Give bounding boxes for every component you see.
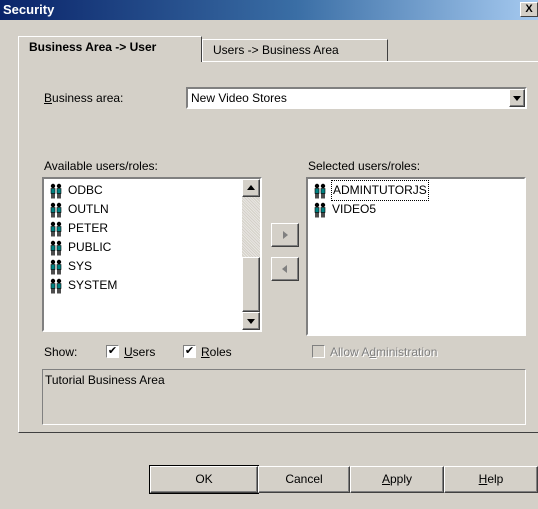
list-item-label: ADMINTUTORJS [331, 180, 429, 201]
user-group-icon [48, 221, 64, 237]
cancel-button[interactable]: Cancel [258, 466, 350, 493]
chevron-down-icon [513, 96, 521, 101]
list-item[interactable]: ADMINTUTORJS [312, 180, 429, 201]
close-icon: X [525, 3, 533, 15]
user-group-icon [312, 183, 328, 199]
allow-administration-checkbox[interactable] [312, 345, 325, 358]
apply-button[interactable]: Apply [350, 466, 444, 493]
list-item-label: SYSTEM [68, 278, 118, 292]
list-item[interactable]: SYS [48, 257, 117, 276]
roles-checkbox[interactable]: ✔ [183, 345, 196, 358]
tab-users-to-business-area[interactable]: Users -> Business Area [202, 39, 388, 61]
selected-list[interactable]: ADMINTUTORJS VIDEO5 [306, 177, 526, 336]
available-list[interactable]: ODBC OUTLN PETER PUBLIC SYS SYSTEM [42, 177, 262, 332]
user-group-icon [48, 278, 64, 294]
business-area-value: New Video Stores [191, 91, 287, 105]
available-items: ODBC OUTLN PETER PUBLIC SYS SYSTEM [48, 181, 117, 295]
list-item-label: PUBLIC [68, 240, 112, 254]
list-item[interactable]: ODBC [48, 181, 117, 200]
close-button[interactable]: X [520, 2, 538, 17]
description-text: Tutorial Business Area [45, 373, 165, 387]
remove-selected-button[interactable] [271, 257, 299, 281]
list-item[interactable]: SYSTEM [48, 276, 117, 295]
description-box: Tutorial Business Area [42, 369, 526, 425]
help-label: Help [478, 472, 504, 486]
list-item[interactable]: VIDEO5 [312, 200, 428, 219]
scroll-down-button[interactable] [242, 312, 260, 330]
check-icon: ✔ [184, 345, 195, 357]
check-icon: ✔ [107, 345, 118, 357]
scroll-up-button[interactable] [242, 179, 260, 197]
window-title: Security [3, 2, 55, 17]
selected-label: Selected users/roles: [308, 159, 421, 173]
list-item[interactable]: OUTLN [48, 200, 117, 219]
selected-items: ADMINTUTORJS VIDEO5 [312, 180, 429, 219]
tab-business-area-to-user[interactable]: Business Area -> User [18, 36, 202, 62]
tab-label: Users -> Business Area [213, 43, 339, 57]
allow-administration-label: Allow Administration [330, 345, 438, 359]
users-checkbox[interactable]: ✔ [106, 345, 119, 358]
tab-label: Business Area -> User [29, 40, 157, 54]
user-group-icon [48, 183, 64, 199]
ok-label: OK [195, 472, 213, 486]
dropdown-button[interactable] [509, 89, 525, 107]
add-selected-button[interactable] [271, 223, 299, 247]
roles-checkbox-label: Roles [201, 345, 232, 359]
help-button[interactable]: Help [444, 466, 538, 493]
arrow-left-icon [282, 265, 287, 273]
user-group-icon [48, 202, 64, 218]
title-bar [0, 0, 538, 20]
list-item[interactable]: PETER [48, 219, 117, 238]
chevron-down-icon [247, 319, 255, 324]
scroll-thumb[interactable] [242, 257, 260, 312]
arrow-right-icon [283, 231, 288, 239]
chevron-up-icon [247, 185, 255, 190]
business-area-dropdown[interactable]: New Video Stores [186, 87, 527, 109]
business-area-label: Business area: [44, 91, 124, 105]
user-group-icon [48, 259, 64, 275]
user-group-icon [48, 240, 64, 256]
users-checkbox-label: Users [124, 345, 156, 359]
apply-label: Apply [381, 472, 413, 486]
list-item-label: OUTLN [68, 202, 109, 216]
ok-button[interactable]: OK [149, 465, 259, 494]
available-scrollbar[interactable] [242, 179, 260, 330]
show-label: Show: [44, 345, 78, 359]
available-label: Available users/roles: [44, 159, 158, 173]
cancel-label: Cancel [285, 472, 323, 486]
list-item-label: VIDEO5 [332, 202, 377, 216]
list-item[interactable]: PUBLIC [48, 238, 117, 257]
list-item-label: PETER [68, 221, 109, 235]
user-group-icon [312, 202, 328, 218]
list-item-label: SYS [68, 259, 93, 273]
list-item-label: ODBC [68, 183, 103, 197]
